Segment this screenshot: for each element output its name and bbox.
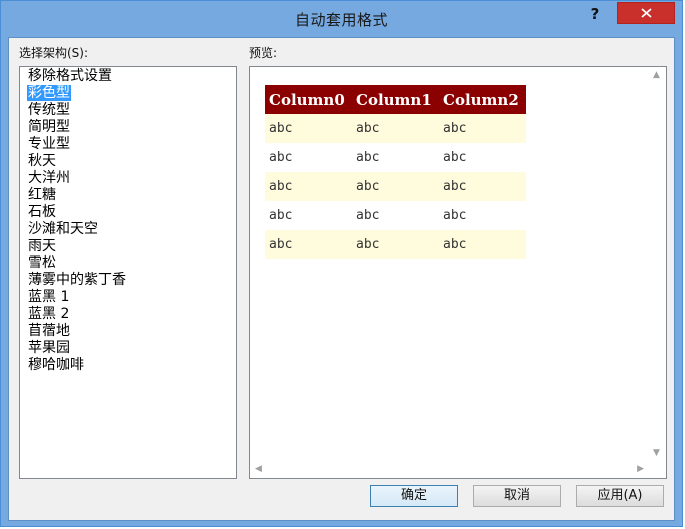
scheme-list-item[interactable]: 移除格式设置 <box>27 68 236 85</box>
scheme-item-label: 苜蓿地 <box>28 323 70 339</box>
scheme-list-item[interactable]: 雪松 <box>27 255 236 272</box>
scheme-list-item[interactable]: 专业型 <box>27 136 236 153</box>
help-button[interactable]: ? <box>586 3 604 25</box>
scheme-item-label: 秋天 <box>28 153 56 169</box>
scheme-item-label: 红糖 <box>28 187 56 203</box>
ok-button[interactable]: 确定 <box>370 485 458 507</box>
close-icon <box>641 8 652 18</box>
dialog-title: 自动套用格式 <box>294 11 388 29</box>
scheme-list-item[interactable]: 薄雾中的紫丁香 <box>27 272 236 289</box>
scheme-item-label: 专业型 <box>28 136 70 152</box>
title-bar: 自动套用格式 ? <box>1 1 682 37</box>
scheme-item-label: 蓝黑 1 <box>28 289 70 305</box>
scheme-list-item[interactable]: 蓝黑 1 <box>27 289 236 306</box>
scheme-label: 选择架构(S): <box>19 46 89 60</box>
preview-cell: abc <box>269 150 293 165</box>
scheme-item-label: 雨天 <box>28 238 56 254</box>
scheme-item-label: 苹果园 <box>28 340 70 356</box>
close-button[interactable] <box>617 2 675 24</box>
preview-cell: abc <box>352 114 439 143</box>
scheme-list-item[interactable]: 简明型 <box>27 119 236 136</box>
scheme-item-label: 沙滩和天空 <box>28 221 98 237</box>
preview-header-row: Column0 Column1 Column2 <box>265 85 526 114</box>
preview-row: abc abc abc <box>265 230 526 259</box>
scheme-list-item[interactable]: 石板 <box>27 204 236 221</box>
preview-row: abc abc abc <box>265 143 526 172</box>
scheme-listbox[interactable]: 移除格式设置 彩色型 传统型 简明型 专业型 秋天 大洋州 红糖 石板 沙滩和天空 雨天 雪松 薄雾中的… <box>19 66 237 479</box>
scheme-item-label: 彩色型 <box>27 85 71 101</box>
scheme-item-label: 大洋州 <box>28 170 70 186</box>
preview-cell: abc <box>356 150 380 165</box>
horizontal-scrollbar[interactable]: ◀ ▶ <box>250 461 649 478</box>
preview-row: abc abc abc <box>265 114 526 143</box>
scheme-item-label: 移除格式设置 <box>28 68 112 84</box>
preview-cell: abc <box>356 208 380 223</box>
preview-cell: abc <box>269 208 293 223</box>
scroll-left-icon[interactable]: ◀ <box>255 464 262 474</box>
scheme-item-label: 雪松 <box>28 255 56 271</box>
preview-row: abc abc abc <box>265 201 526 230</box>
scheme-list-item[interactable]: 大洋州 <box>27 170 236 187</box>
preview-table: Column0 Column1 Column2 abc abc abc abc abc abc… <box>265 85 526 259</box>
autoformat-dialog: 自动套用格式 ? 选择架构(S): 移除格式设置 彩色型 传统型 简明型 专业型 秋天 大洋… <box>0 0 683 527</box>
apply-button[interactable]: 应用(A) <box>576 485 664 507</box>
scheme-list-item[interactable]: 秋天 <box>27 153 236 170</box>
preview-label: 预览: <box>249 46 278 60</box>
scheme-list-item[interactable]: 彩色型 <box>27 85 236 102</box>
preview-cell: abc <box>265 172 352 201</box>
preview-header-cell: Column2 <box>439 85 526 114</box>
preview-cell: abc <box>439 230 526 259</box>
vertical-scrollbar[interactable]: ▲ ▼ <box>649 67 666 461</box>
scroll-up-icon[interactable]: ▲ <box>653 70 660 80</box>
preview-cell: abc <box>439 172 526 201</box>
scheme-item-label: 薄雾中的紫丁香 <box>28 272 126 288</box>
scheme-list-item[interactable]: 传统型 <box>27 102 236 119</box>
preview-cell: abc <box>352 230 439 259</box>
preview-header-cell: Column0 <box>265 85 352 114</box>
preview-cell: abc <box>439 114 526 143</box>
scheme-list-item[interactable]: 雨天 <box>27 238 236 255</box>
preview-cell: abc <box>443 208 467 223</box>
scheme-list-item[interactable]: 穆哈咖啡 <box>27 357 236 374</box>
scroll-down-icon[interactable]: ▼ <box>653 448 660 458</box>
preview-pane: Column0 Column1 Column2 abc abc abc abc abc abc… <box>249 66 667 479</box>
scheme-list-item[interactable]: 苜蓿地 <box>27 323 236 340</box>
preview-cell: abc <box>352 172 439 201</box>
preview-header-cell: Column1 <box>352 85 439 114</box>
preview-cell: abc <box>443 150 467 165</box>
preview-cell: abc <box>265 230 352 259</box>
scheme-list-item[interactable]: 红糖 <box>27 187 236 204</box>
scheme-item-label: 传统型 <box>28 102 70 118</box>
preview-cell: abc <box>265 114 352 143</box>
cancel-button[interactable]: 取消 <box>473 485 561 507</box>
dialog-body: 选择架构(S): 移除格式设置 彩色型 传统型 简明型 专业型 秋天 大洋州 红糖 石板 沙滩和天… <box>8 37 675 521</box>
scheme-list-item[interactable]: 苹果园 <box>27 340 236 357</box>
scheme-item-label: 蓝黑 2 <box>28 306 70 322</box>
scheme-item-label: 简明型 <box>28 119 70 135</box>
preview-row: abc abc abc <box>265 172 526 201</box>
scheme-item-label: 石板 <box>28 204 56 220</box>
scroll-right-icon[interactable]: ▶ <box>637 464 644 474</box>
scheme-list-item[interactable]: 蓝黑 2 <box>27 306 236 323</box>
scheme-item-label: 穆哈咖啡 <box>28 357 84 373</box>
scheme-list-item[interactable]: 沙滩和天空 <box>27 221 236 238</box>
